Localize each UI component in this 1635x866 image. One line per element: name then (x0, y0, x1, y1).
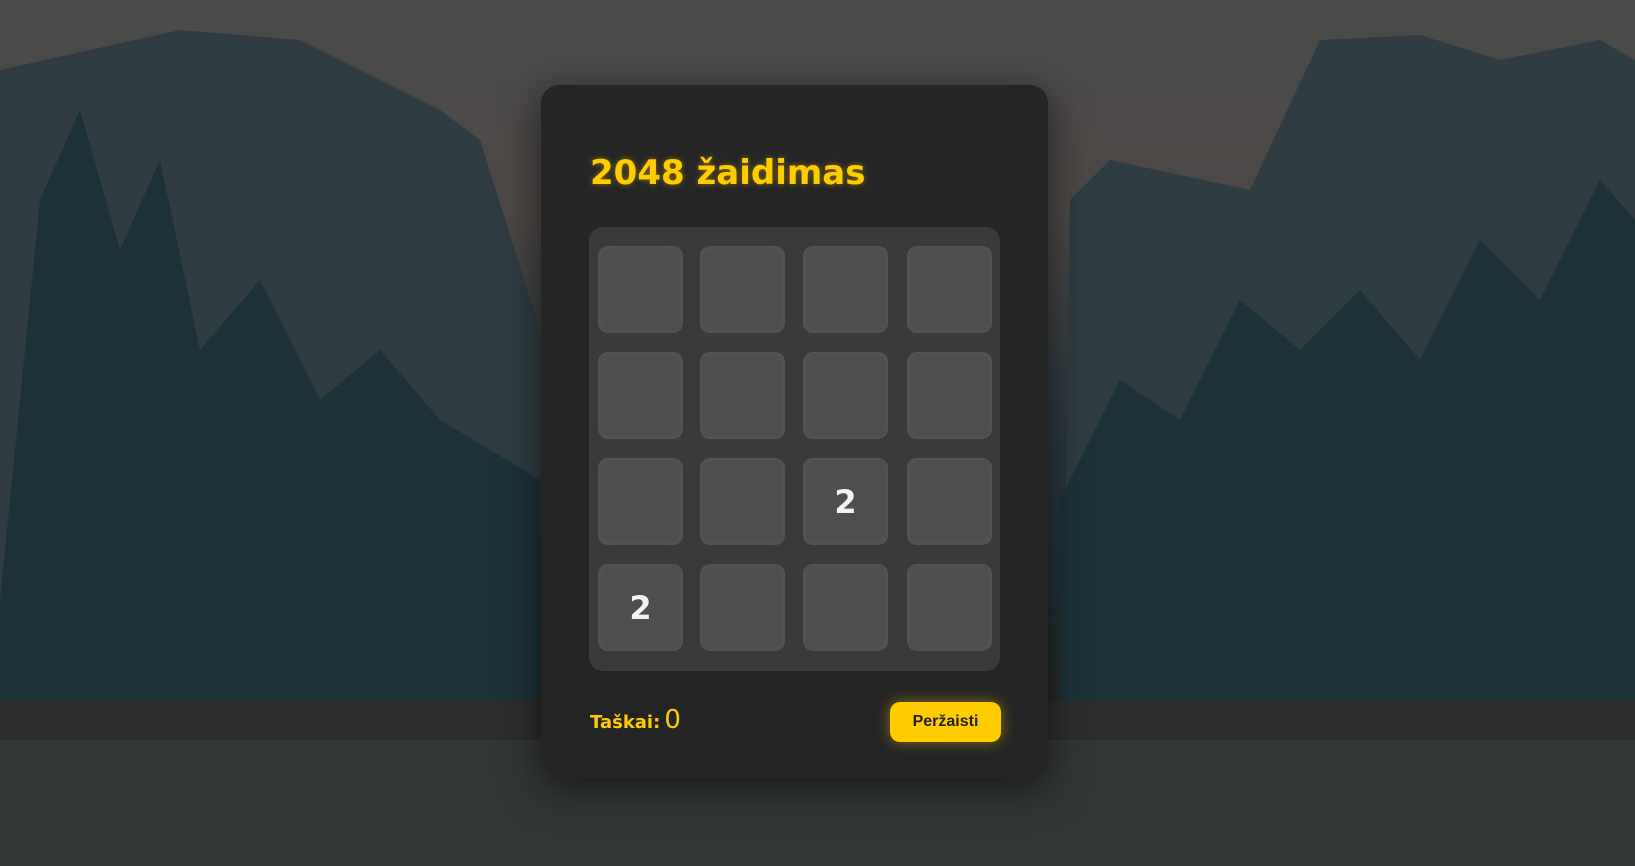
empty-tile (803, 352, 888, 439)
score-display: Taškai: 0 (590, 705, 681, 735)
empty-tile (803, 246, 888, 333)
score-value: 0 (664, 705, 681, 735)
empty-tile (598, 246, 683, 333)
game-card: 2048 žaidimas 22 Taškai: 0 Peržaisti (541, 85, 1048, 778)
empty-tile (700, 564, 785, 651)
score-label: Taškai: (590, 712, 661, 733)
game-board: 22 (589, 227, 1000, 671)
empty-tile (907, 458, 992, 545)
empty-tile (598, 458, 683, 545)
empty-tile (907, 246, 992, 333)
game-title: 2048 žaidimas (590, 153, 866, 193)
empty-tile (907, 352, 992, 439)
empty-tile (700, 352, 785, 439)
restart-button[interactable]: Peržaisti (890, 702, 1001, 742)
tile-2: 2 (598, 564, 683, 651)
tile-2: 2 (803, 458, 888, 545)
empty-tile (700, 246, 785, 333)
empty-tile (907, 564, 992, 651)
empty-tile (700, 458, 785, 545)
empty-tile (598, 352, 683, 439)
empty-tile (803, 564, 888, 651)
